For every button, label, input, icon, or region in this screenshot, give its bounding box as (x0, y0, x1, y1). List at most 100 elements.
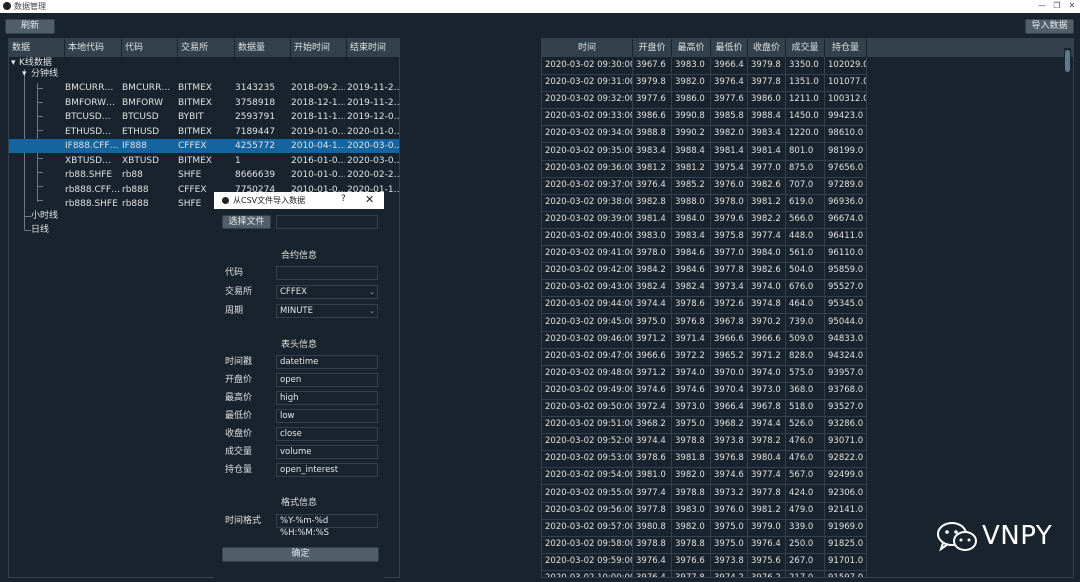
tree-data-row[interactable]: BMFORW… BMFORW BITMEX 3758918 2018-12-1… 2019… (9, 96, 399, 110)
cell-low: 3973.2 (711, 484, 748, 503)
cell-low: 3974.2 (711, 570, 748, 577)
help-icon[interactable]: ? (341, 194, 346, 204)
col-header-close[interactable]: 收盘价 (748, 39, 786, 57)
col-header-code[interactable]: 代码 (122, 39, 178, 57)
tree-data-row[interactable]: BTCUSD… BTCUSD BYBIT 2593791 2018-11-1… 2019-… (9, 110, 399, 124)
symbol-field[interactable] (276, 266, 378, 280)
col-header-end[interactable]: 结束时间 (347, 39, 399, 57)
table-row[interactable]: 2020-03-02 09:52:00 3974.4 3978.8 3973.8 397… (542, 433, 867, 452)
col-header-count[interactable]: 数据量 (235, 39, 291, 57)
scrollbar-thumb[interactable] (1065, 50, 1070, 72)
header-field-input[interactable]: volume (276, 445, 378, 459)
col-header-exchange[interactable]: 交易所 (178, 39, 235, 57)
close-window-icon[interactable]: ✕ (1061, 0, 1080, 13)
confirm-button[interactable]: 确定 (222, 547, 379, 562)
header-field-input[interactable]: open_interest (276, 463, 378, 477)
row-code: rb888 (122, 199, 149, 209)
table-row[interactable]: 2020-03-02 09:38:00 3982.8 3988.0 3978.0 398… (542, 193, 867, 212)
col-header-local-code[interactable]: 本地代码 (65, 39, 122, 57)
tree-data-row[interactable]: rb88.SHFE rb88 SHFE 8666639 2010-01-0… 2020-0… (9, 168, 400, 182)
header-field-input[interactable]: high (276, 391, 378, 405)
chevron-down-icon[interactable]: ▾ (22, 67, 27, 81)
tree-data-row[interactable]: XBTUSD… XBTUSD BITMEX 1 2016-01-0… 2020-03-0… (9, 154, 399, 168)
chevron-down-icon: ⌄ (369, 288, 375, 296)
tree-node-daily[interactable]: 日线 (31, 223, 49, 237)
col-header-open[interactable]: 开盘价 (633, 39, 672, 57)
table-row[interactable]: 2020-03-02 09:32:00 3977.6 3986.0 3977.6 398… (542, 91, 867, 110)
col-header-time[interactable]: 时间 (542, 39, 633, 57)
cell-open-interest: 93527.0 (825, 399, 867, 417)
choose-file-button[interactable]: 选择文件 (222, 215, 271, 229)
table-row[interactable]: 2020-03-02 09:36:00 3981.2 3981.2 3975.4 397… (542, 159, 867, 178)
table-row[interactable]: 2020-03-02 09:43:00 3982.4 3982.4 3973.4 397… (542, 279, 867, 298)
tree-data-row[interactable]: IF888.CFF… IF888 CFFEX 4255772 2010-04-1… 202… (9, 139, 399, 153)
table-row[interactable]: 2020-03-02 09:58:00 3978.8 3978.8 3975.0 397… (542, 535, 867, 554)
cell-close: 3981.2 (748, 193, 786, 212)
header-field-label: 开盘价 (225, 375, 253, 385)
table-row[interactable]: 2020-03-02 09:37:00 3976.4 3985.2 3976.0 398… (542, 176, 867, 195)
interval-select[interactable]: MINUTE ⌄ (276, 304, 378, 318)
cell-close: 3978.2 (748, 433, 786, 452)
table-row[interactable]: 2020-03-02 09:40:00 3983.0 3983.4 3975.8 397… (542, 228, 867, 246)
table-row[interactable]: 2020-03-02 09:39:00 3981.4 3984.0 3979.6 398… (542, 210, 867, 229)
cell-time: 2020-03-02 09:57:00 (542, 518, 633, 537)
table-row[interactable]: 2020-03-02 09:53:00 3978.6 3981.8 3976.8 398… (542, 450, 867, 469)
table-row[interactable]: 2020-03-02 10:00:00 3976.4 3977.8 3974.2 397… (542, 570, 867, 577)
tree-node-minute[interactable]: 分钟线 (31, 67, 58, 81)
row-end-time: 2020-02-2… (347, 170, 400, 180)
col-header-open-interest[interactable]: 持仓量 (825, 39, 867, 57)
table-row[interactable]: 2020-03-02 09:56:00 3977.8 3983.0 3976.0 398… (542, 501, 867, 520)
row-end-time: 2020-01-0… (347, 126, 400, 137)
table-row[interactable]: 2020-03-02 09:59:00 3976.4 3976.6 3973.8 397… (542, 552, 867, 571)
table-row[interactable]: 2020-03-02 09:44:00 3974.4 3978.6 3972.6 397… (542, 296, 867, 315)
table-row[interactable]: 2020-03-02 09:42:00 3984.2 3984.6 3977.8 398… (542, 262, 867, 281)
table-row[interactable]: 2020-03-02 09:49:00 3974.6 3974.6 3970.4 397… (542, 381, 867, 400)
table-row[interactable]: 2020-03-02 09:34:00 3988.8 3990.2 3982.0 398… (542, 125, 867, 144)
tree-data-row[interactable]: BMCURR… BMCURR… BITMEX 3143235 2018-09-2… 201… (9, 81, 399, 95)
table-row[interactable]: 2020-03-02 09:30:00 3967.6 3983.0 3966.4 397… (542, 57, 867, 75)
dialog-titlebar: 从CSV文件导入数据 ? ✕ (214, 192, 384, 209)
col-header-volume[interactable]: 成交量 (786, 39, 825, 57)
table-row[interactable]: 2020-03-02 09:41:00 3978.0 3984.6 3977.0 398… (542, 245, 867, 264)
table-row[interactable]: 2020-03-02 09:47:00 3966.6 3972.2 3965.2 397… (542, 347, 867, 366)
table-row[interactable]: 2020-03-02 09:46:00 3971.2 3971.4 3966.6 396… (542, 330, 867, 349)
table-row[interactable]: 2020-03-02 09:48:00 3971.2 3974.0 3970.0 397… (542, 364, 867, 383)
table-row[interactable]: 2020-03-02 09:55:00 3977.4 3978.8 3973.2 397… (542, 484, 867, 503)
table-scrollbar[interactable] (1064, 48, 1071, 576)
table-row[interactable]: 2020-03-02 09:54:00 3981.0 3982.0 3974.6 397… (542, 467, 867, 486)
file-path-field[interactable] (276, 215, 378, 229)
cell-open: 3978.6 (633, 450, 672, 469)
tree-node-hour[interactable]: 小时线 (31, 209, 58, 223)
table-row[interactable]: 2020-03-02 09:50:00 3972.4 3973.0 3966.4 396… (542, 399, 867, 417)
refresh-button[interactable]: 刷新 (5, 19, 55, 34)
cell-high: 3982.0 (672, 518, 711, 537)
row-start-time: 2016-01-0… (291, 155, 345, 166)
table-row[interactable]: 2020-03-02 09:31:00 3979.8 3982.0 3976.4 397… (542, 74, 867, 93)
cell-open: 3974.6 (633, 381, 672, 400)
import-data-button[interactable]: 导入数据 (1025, 19, 1074, 34)
exchange-select[interactable]: CFFEX ⌄ (276, 285, 378, 299)
col-header-start[interactable]: 开始时间 (291, 39, 347, 57)
cell-open: 3967.6 (633, 57, 672, 75)
chevron-down-icon[interactable]: ▾ (11, 56, 16, 70)
table-row[interactable]: 2020-03-02 09:35:00 3983.4 3988.4 3981.4 398… (542, 142, 867, 161)
header-field-input[interactable]: low (276, 409, 378, 423)
table-row[interactable]: 2020-03-02 09:57:00 3980.8 3982.0 3975.0 397… (542, 518, 867, 537)
col-header-high[interactable]: 最高价 (672, 39, 711, 57)
col-header-low[interactable]: 最低价 (711, 39, 748, 57)
cell-volume: 1220.0 (786, 125, 825, 144)
close-icon[interactable]: ✕ (365, 193, 374, 206)
dialog-title: 从CSV文件导入数据 (233, 196, 306, 205)
table-row[interactable]: 2020-03-02 09:45:00 3975.0 3976.8 3967.8 397… (542, 313, 867, 332)
tree-data-row[interactable]: ETHUSD… ETHUSD BITMEX 7189447 2019-01-0… 2020… (9, 125, 400, 139)
cell-low: 3966.6 (711, 330, 748, 349)
cell-volume: 518.0 (786, 399, 825, 417)
cell-time: 2020-03-02 09:54:00 (542, 467, 633, 486)
table-row[interactable]: 2020-03-02 09:51:00 3968.2 3975.0 3968.2 397… (542, 416, 867, 435)
cell-open: 3975.0 (633, 313, 672, 332)
header-field-input[interactable]: datetime (276, 355, 378, 369)
time-format-field[interactable]: %Y-%m-%d %H:%M:%S (276, 514, 378, 538)
table-row[interactable]: 2020-03-02 09:33:00 3986.6 3990.8 3985.8 398… (542, 108, 867, 127)
header-field-input[interactable]: open (276, 373, 378, 387)
header-field-input[interactable]: close (276, 427, 378, 441)
